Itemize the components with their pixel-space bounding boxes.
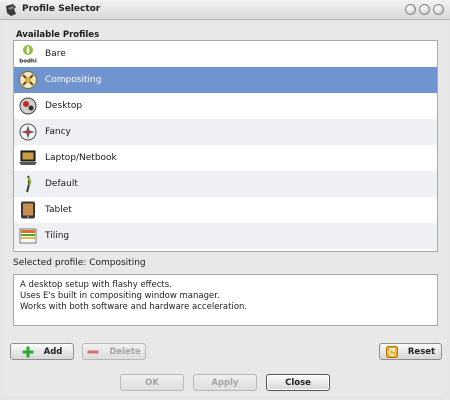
profile-item-label: Tablet (45, 205, 72, 215)
desktop-icon (18, 96, 38, 116)
reset-icon (385, 345, 398, 358)
fancy-icon (18, 122, 38, 142)
add-button[interactable]: Add (10, 343, 74, 360)
default-icon (18, 174, 38, 194)
tablet-icon (18, 200, 38, 220)
title-bar[interactable]: Profile Selector (0, 0, 450, 20)
add-button-label: Add (43, 346, 63, 357)
description-line: Uses E's built in compositing window man… (20, 291, 220, 301)
delete-button[interactable]: Delete (82, 343, 146, 360)
apply-button-label: Apply (211, 377, 239, 388)
minimize-button[interactable] (405, 4, 416, 15)
close-button[interactable]: Close (266, 374, 330, 391)
laptop-icon (18, 148, 38, 168)
description-line: Works with both software and hardware ac… (20, 302, 248, 312)
reset-button-label: Reset (407, 346, 436, 357)
profile-list[interactable]: bodhi Bare Compositing Desktop Fancy Lap… (13, 40, 438, 252)
minus-icon (87, 346, 99, 358)
profile-item-label: Compositing (45, 75, 102, 85)
profile-item-label: Default (45, 179, 78, 189)
profile-item-fancy[interactable]: Fancy (14, 119, 437, 145)
profile-item-laptop-netbook[interactable]: Laptop/Netbook (14, 145, 437, 171)
dialog-body: Available Profiles bodhi Bare Compositin… (4, 22, 446, 396)
profile-item-label: Tiling (45, 231, 70, 241)
close-button-label: Close (285, 377, 311, 388)
profile-item-label: Bare (45, 49, 66, 59)
bodhi-logo-icon: bodhi (18, 44, 38, 64)
available-profiles-heading: Available Profiles (16, 30, 100, 40)
maximize-button[interactable] (419, 4, 430, 15)
profile-item-tablet[interactable]: Tablet (14, 197, 437, 223)
delete-button-label: Delete (109, 346, 141, 357)
close-window-button[interactable] (433, 4, 444, 15)
plus-icon (22, 346, 34, 358)
profile-item-tiling[interactable]: Tiling (14, 223, 437, 249)
profile-item-label: Laptop/Netbook (45, 153, 117, 163)
tiling-icon (18, 226, 38, 246)
apply-button[interactable]: Apply (193, 374, 257, 391)
profile-item-label: Fancy (45, 127, 71, 137)
ok-button[interactable]: OK (120, 374, 184, 391)
svg-text:bodhi: bodhi (19, 59, 37, 65)
profile-description: A desktop setup with flashy effects. Use… (13, 274, 438, 326)
compositing-icon (18, 70, 38, 90)
profile-item-bare[interactable]: bodhi Bare (14, 41, 437, 67)
reset-button[interactable]: Reset (379, 343, 442, 360)
selected-profile-label: Selected profile: Compositing (13, 258, 146, 268)
enlightenment-app-icon (4, 3, 18, 17)
window-title: Profile Selector (22, 4, 101, 14)
profile-item-default[interactable]: Default (14, 171, 437, 197)
profile-item-desktop[interactable]: Desktop (14, 93, 437, 119)
ok-button-label: OK (145, 377, 159, 388)
profile-item-compositing[interactable]: Compositing (14, 67, 437, 93)
description-line: A desktop setup with flashy effects. (20, 280, 172, 290)
profile-item-label: Desktop (45, 101, 83, 111)
